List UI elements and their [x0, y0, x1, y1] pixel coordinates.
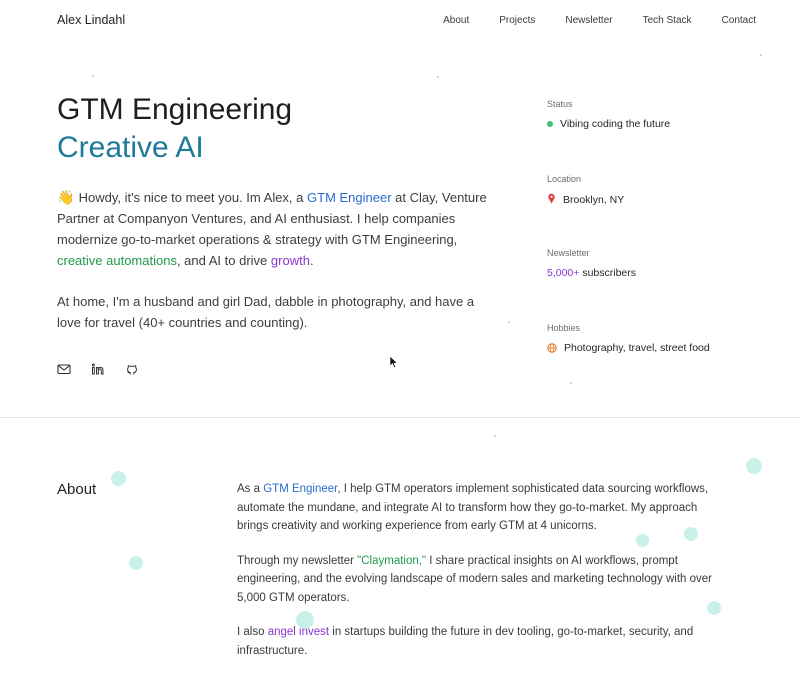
location-value-row: Brooklyn, NY [547, 193, 777, 207]
nav-link-about[interactable]: About [443, 15, 469, 26]
globe-icon [547, 343, 557, 353]
about-paragraph-1: As a GTM Engineer, I help GTM operators … [237, 480, 727, 536]
gtm-engineer-link[interactable]: GTM Engineer [307, 190, 392, 205]
about-heading: About [57, 481, 97, 498]
hero-subtitle: Creative AI [57, 131, 204, 164]
decorative-speck [494, 435, 496, 437]
hobbies-label: Hobbies [547, 323, 581, 333]
about-text-segment: Through my newsletter [237, 554, 358, 567]
growth-link[interactable]: growth [271, 253, 310, 268]
nav-link-tech-stack[interactable]: Tech Stack [643, 15, 692, 26]
about-text-segment: As a [237, 483, 264, 495]
decorative-bubble [746, 458, 762, 474]
decorative-bubble [636, 534, 649, 547]
about-gtm-engineer-link[interactable]: GTM Engineer [263, 483, 337, 495]
nav-link-projects[interactable]: Projects [499, 15, 535, 26]
map-pin-icon [547, 193, 556, 207]
newsletter-label: Newsletter [547, 248, 590, 258]
nav-links: About Projects Newsletter Tech Stack Con… [443, 15, 756, 26]
top-nav: Alex Lindahl About Projects Newsletter T… [0, 0, 800, 40]
decorative-bubble [129, 556, 143, 570]
creative-automations-link[interactable]: creative automations [57, 253, 177, 268]
hobbies-value: Photography, travel, street food [564, 342, 710, 354]
about-text-segment: I also [237, 626, 268, 638]
decorative-speck [437, 76, 439, 78]
decorative-speck [760, 54, 762, 56]
status-value: Vibing coding the future [560, 118, 671, 130]
status-value-row: Vibing coding the future [547, 118, 777, 130]
mail-icon[interactable] [57, 362, 71, 376]
hobbies-block: Hobbies Photography, travel, street food [547, 323, 777, 354]
decorative-speck [92, 75, 94, 77]
decorative-speck [448, 560, 450, 562]
nav-link-contact[interactable]: Contact [722, 15, 756, 26]
social-links [57, 362, 139, 376]
intro-paragraph-2: At home, I'm a husband and girl Dad, dab… [57, 294, 475, 330]
location-value: Brooklyn, NY [563, 194, 625, 206]
about-paragraph-3: I also angel invest in startups building… [237, 623, 727, 660]
brand-name[interactable]: Alex Lindahl [57, 13, 125, 27]
mouse-cursor-icon [389, 355, 399, 369]
location-label: Location [547, 174, 582, 184]
hero-title: GTM Engineering [57, 93, 293, 126]
decorative-bubble [707, 601, 721, 615]
github-icon[interactable] [125, 362, 139, 376]
decorative-bubble [684, 527, 698, 541]
intro-text-segment: . [309, 253, 314, 268]
claymation-link[interactable]: "Claymation," [357, 555, 426, 567]
status-label: Status [547, 99, 573, 109]
newsletter-block: Newsletter 5,000+ subscribers [547, 248, 777, 279]
decorative-bubble [111, 471, 126, 486]
decorative-speck [508, 321, 510, 323]
nav-link-newsletter[interactable]: Newsletter [565, 15, 612, 26]
linkedin-icon[interactable] [91, 362, 105, 376]
location-block: Location Brooklyn, NY [547, 174, 777, 207]
newsletter-count: 5,000+ [547, 267, 580, 279]
section-divider [0, 417, 800, 418]
waving-hand-icon: 👋 [57, 189, 75, 205]
hobbies-value-row: Photography, travel, street food [547, 342, 777, 354]
intro-text-segment: , and AI to drive [176, 253, 271, 268]
newsletter-value-row: 5,000+ subscribers [547, 267, 777, 279]
decorative-speck [570, 382, 572, 384]
intro-paragraph-1: 👋 Howdy, it's nice to meet you. Im Alex,… [57, 187, 497, 271]
about-body: As a GTM Engineer, I help GTM operators … [237, 480, 727, 676]
about-paragraph-2: Through my newsletter "Claymation," I sh… [237, 552, 727, 608]
intro-text: 👋 Howdy, it's nice to meet you. Im Alex,… [57, 187, 497, 353]
newsletter-suffix: subscribers [579, 267, 637, 279]
intro-text-segment: Howdy, it's nice to meet you. Im Alex, a [75, 190, 308, 205]
decorative-bubble [296, 611, 314, 629]
status-block: Status Vibing coding the future [547, 99, 777, 130]
angel-invest-link[interactable]: angel invest [268, 626, 329, 638]
status-dot-icon [547, 121, 553, 127]
